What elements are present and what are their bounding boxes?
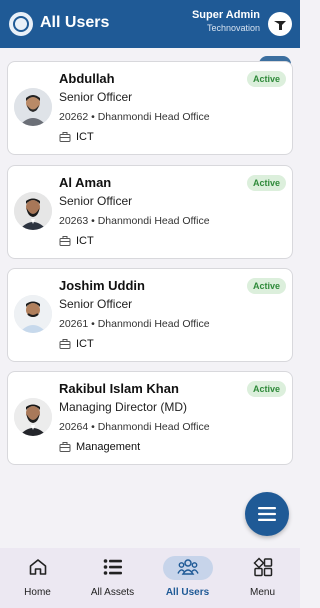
status-badge: Active: [246, 71, 286, 87]
nav-item-all-assets[interactable]: All Assets: [75, 548, 150, 608]
user-role: Managing Director (MD): [59, 400, 188, 414]
users-icon: [175, 556, 200, 578]
nav-label: Menu: [249, 587, 275, 598]
briefcase-icon: [59, 442, 71, 452]
avatar: [14, 88, 52, 126]
bottom-nav: Home All Assets All Users Menu: [0, 548, 300, 608]
department-label: ICT: [76, 235, 94, 247]
nav-item-all-users[interactable]: All Users: [150, 548, 225, 608]
user-role: Senior Officer: [59, 297, 133, 311]
nav-label: All Users: [165, 587, 210, 598]
user-department: Management: [59, 441, 140, 453]
grid-icon: [250, 556, 275, 578]
department-label: ICT: [76, 131, 94, 143]
department-label: Management: [76, 441, 141, 453]
menu-fab-button[interactable]: [245, 492, 289, 536]
avatar: [14, 192, 52, 230]
user-card[interactable]: Abdullah Senior Officer 20262 • Dhanmond…: [7, 61, 293, 155]
department-label: ICT: [76, 338, 94, 350]
briefcase-icon: [59, 339, 71, 349]
user-department: ICT: [59, 338, 94, 350]
user-department: ICT: [59, 131, 94, 143]
user-role: Senior Officer: [59, 90, 133, 104]
user-name: Rakibul Islam Khan: [59, 381, 179, 396]
app-logo: [9, 12, 33, 36]
nav-item-menu[interactable]: Menu: [225, 548, 300, 608]
user-card[interactable]: Joshim Uddin Senior Officer 20261 • Dhan…: [7, 268, 293, 362]
list-icon: [100, 556, 125, 578]
user-card[interactable]: Rakibul Islam Khan Managing Director (MD…: [7, 371, 293, 465]
status-badge: Active: [246, 175, 286, 191]
nav-item-home[interactable]: Home: [0, 548, 75, 608]
page-title: All Users: [40, 14, 110, 31]
avatar: [14, 398, 52, 436]
home-icon: [25, 556, 50, 578]
user-department: ICT: [59, 235, 94, 247]
user-name: Super Admin: [191, 9, 260, 21]
user-card[interactable]: Al Aman Senior Officer 20263 • Dhanmondi…: [7, 165, 293, 259]
user-role: Senior Officer: [59, 194, 133, 208]
hamburger-icon: [258, 507, 276, 521]
user-meta: 20262 • Dhanmondi Head Office: [59, 111, 210, 123]
status-badge: Active: [246, 381, 286, 397]
org-name: Technovation: [206, 23, 260, 33]
briefcase-icon: [59, 132, 71, 142]
user-meta: 20263 • Dhanmondi Head Office: [59, 215, 210, 227]
nav-label: Home: [24, 587, 51, 598]
status-badge: Active: [246, 278, 286, 294]
user-meta: 20264 • Dhanmondi Head Office: [59, 421, 210, 433]
user-name: Abdullah: [59, 71, 115, 86]
user-info: Super Admin Technovation: [192, 9, 260, 33]
nav-label: All Assets: [90, 587, 135, 598]
app-bar: All Users Super Admin Technovation: [0, 0, 300, 48]
user-name: Joshim Uddin: [59, 278, 145, 293]
briefcase-icon: [59, 236, 71, 246]
user-name: Al Aman: [59, 175, 112, 190]
org-avatar[interactable]: [268, 12, 292, 36]
avatar: [14, 295, 52, 333]
user-meta: 20261 • Dhanmondi Head Office: [59, 318, 210, 330]
